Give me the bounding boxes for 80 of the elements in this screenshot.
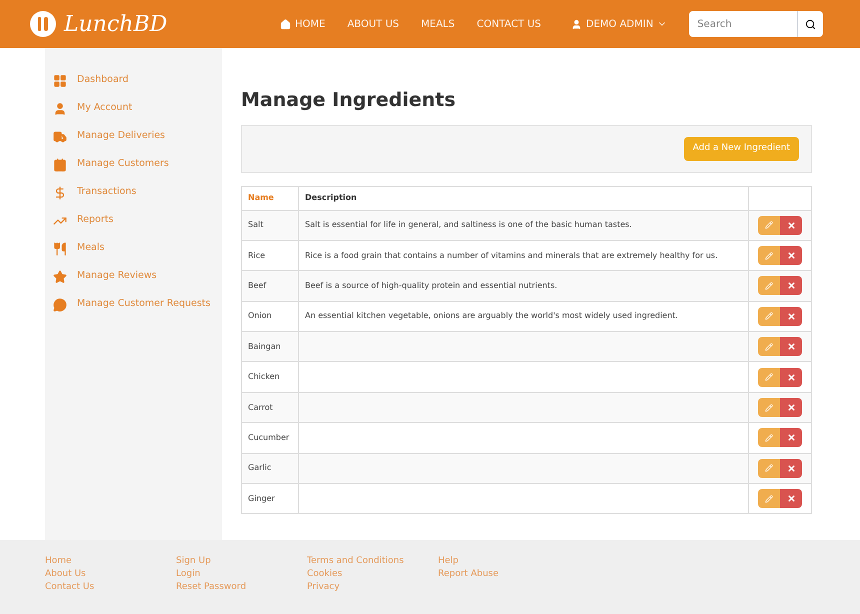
column-header[interactable]: Name	[242, 186, 298, 210]
delete-button[interactable]	[780, 216, 802, 235]
delete-button[interactable]	[780, 306, 802, 326]
footer-link[interactable]: Login	[176, 568, 307, 581]
sidebar-item[interactable]: Manage Reviews	[53, 268, 222, 285]
pencil-icon	[765, 312, 773, 320]
footer-link[interactable]: Report Abuse	[438, 568, 569, 581]
delete-button[interactable]	[780, 246, 802, 266]
table-cell: Cucumber	[242, 422, 298, 454]
pencil-icon	[765, 434, 773, 442]
delete-button[interactable]	[780, 489, 802, 508]
table-cell: Salt	[242, 210, 298, 240]
delete-button[interactable]	[780, 458, 802, 478]
chat-icon	[53, 298, 67, 312]
sidebar-item[interactable]: Manage Customers	[53, 156, 222, 173]
user-menu[interactable]: DEMO ADMIN	[571, 16, 668, 32]
home-icon	[280, 18, 291, 30]
close-icon	[786, 372, 796, 382]
logo-icon	[30, 11, 56, 37]
pencil-icon	[765, 404, 773, 412]
nav-link[interactable]: ABOUT US	[347, 16, 400, 32]
sidebar-item[interactable]: Dashboard	[53, 72, 222, 89]
close-icon	[786, 464, 796, 473]
add-ingredient-button[interactable]: Add a New Ingredient	[684, 136, 799, 160]
table-cell: Salt is essential for life in general, and saltiness is one of the basic human tastes.	[298, 210, 748, 240]
logo-text: LunchBD	[64, 10, 168, 38]
delete-button[interactable]	[780, 368, 802, 387]
table-cell: Chicken	[242, 362, 298, 392]
table-cell: Ginger	[242, 484, 298, 514]
nav-link[interactable]: MEALS	[421, 16, 455, 32]
nav-link[interactable]: HOME	[280, 16, 326, 32]
table-cell: Beef is a source of high-quality protein and essential nutrients.	[298, 270, 748, 302]
user-icon	[53, 102, 67, 116]
sidebar-item[interactable]: Transactions	[53, 184, 222, 201]
close-icon	[786, 251, 796, 260]
sidebar-item[interactable]: Manage Deliveries	[53, 128, 222, 145]
sidebar-item[interactable]: Reports	[53, 212, 222, 229]
pencil-icon	[765, 252, 773, 260]
pencil-icon	[765, 221, 773, 230]
grid-icon	[53, 74, 67, 88]
user-icon	[571, 18, 582, 30]
close-icon	[786, 433, 796, 442]
footer-link[interactable]: Contact Us	[45, 581, 176, 594]
sidebar-item[interactable]: My Account	[53, 100, 222, 117]
truck-icon	[53, 130, 67, 144]
sidebar-item[interactable]: Manage Customer Requests	[53, 296, 222, 313]
pencil-icon	[765, 373, 773, 382]
table-cell: Beef	[242, 270, 298, 302]
pencil-icon	[765, 342, 773, 351]
search-field[interactable]: Search	[689, 11, 798, 37]
close-icon	[786, 281, 796, 290]
footer-link[interactable]: Help	[438, 555, 569, 568]
pencil-icon	[765, 282, 773, 290]
footer-link[interactable]: About Us	[45, 568, 176, 581]
delete-button[interactable]	[780, 428, 802, 448]
footer-link[interactable]: Cookies	[307, 568, 438, 581]
close-icon	[786, 312, 796, 321]
footer-link[interactable]: Sign Up	[176, 555, 307, 568]
close-icon	[786, 342, 796, 352]
footer-link[interactable]: Privacy	[307, 581, 438, 594]
search-button[interactable]	[797, 11, 824, 37]
footer-link[interactable]: Reset Password	[176, 581, 307, 594]
close-icon	[786, 220, 796, 230]
search-icon	[805, 18, 816, 30]
nav-link[interactable]: CONTACT US	[476, 16, 542, 32]
close-icon	[786, 494, 796, 504]
star-icon	[53, 270, 67, 284]
delete-button[interactable]	[780, 398, 802, 418]
delete-button[interactable]	[780, 276, 802, 296]
pencil-icon	[765, 494, 773, 503]
utensils-icon	[53, 242, 67, 256]
sidebar-item[interactable]: Meals	[53, 240, 222, 257]
page-title: Manage Ingredients	[241, 88, 457, 113]
close-icon	[786, 403, 796, 412]
column-header[interactable]: Description	[298, 186, 748, 210]
footer-link[interactable]: Home	[45, 555, 176, 568]
delete-button[interactable]	[780, 337, 802, 356]
footer-link[interactable]: Terms and Conditions	[307, 555, 438, 568]
pencil-icon	[765, 464, 773, 472]
dollar-icon	[53, 186, 67, 200]
